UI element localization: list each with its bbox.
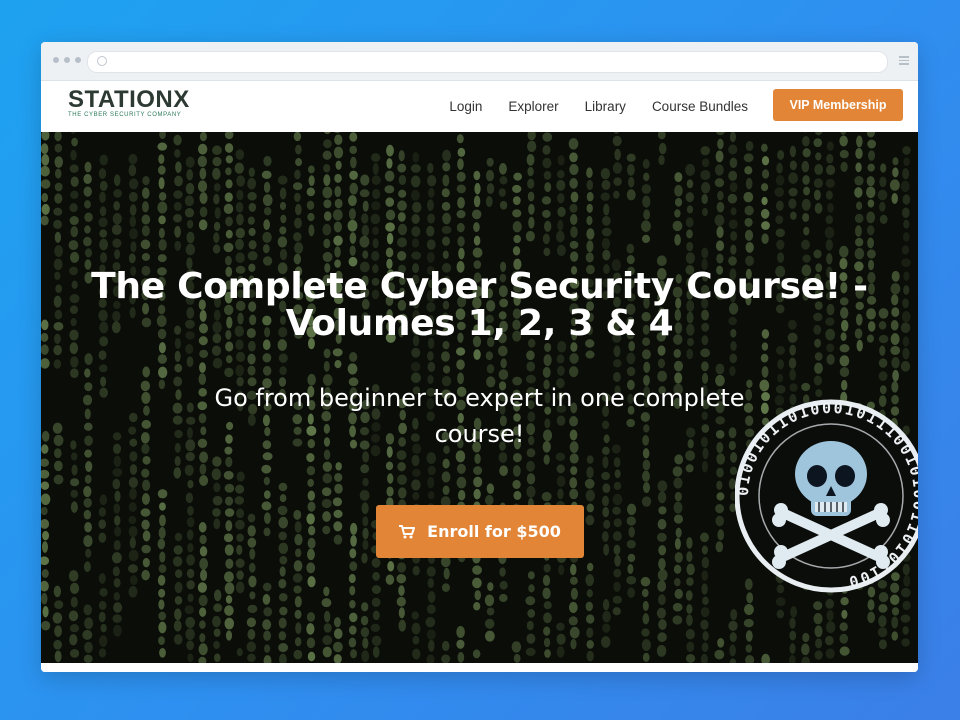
window-controls xyxy=(53,57,81,63)
browser-toolbar xyxy=(41,42,918,81)
logo[interactable]: STATIONX THE CYBER SECURITY COMPANY xyxy=(68,86,190,119)
window-dot-icon[interactable] xyxy=(64,57,70,63)
hero-subtitle-line: course! xyxy=(434,420,525,448)
site-navbar: STATIONX THE CYBER SECURITY COMPANY Logi… xyxy=(41,81,918,133)
hero-title: The Complete Cyber Security Course! - Vo… xyxy=(71,268,888,342)
nav-links: Login Explorer Library Course Bundles xyxy=(449,81,748,132)
nav-link-course-bundles[interactable]: Course Bundles xyxy=(652,99,748,114)
hero-section: 0100101101000101110010100110101100 xyxy=(41,132,918,663)
hero-subtitle-line: Go from beginner to expert in one comple… xyxy=(214,384,745,412)
hero-title-line: Volumes 1, 2, 3 & 4 xyxy=(285,303,674,344)
hero-subtitle: Go from beginner to expert in one comple… xyxy=(171,380,788,452)
nav-link-explorer[interactable]: Explorer xyxy=(508,99,558,114)
address-bar[interactable] xyxy=(87,51,888,73)
logo-wordmark: STATIONX xyxy=(68,86,190,113)
nav-link-login[interactable]: Login xyxy=(449,99,482,114)
window-dot-icon[interactable] xyxy=(75,57,81,63)
window-dot-icon[interactable] xyxy=(53,57,59,63)
menu-icon[interactable] xyxy=(899,56,909,67)
enroll-button-label: Enroll for $500 xyxy=(427,522,561,541)
page-below-hero xyxy=(41,663,918,672)
nav-link-library[interactable]: Library xyxy=(585,99,626,114)
vip-membership-button[interactable]: VIP Membership xyxy=(773,89,903,121)
shopping-cart-icon xyxy=(399,524,416,538)
enroll-button[interactable]: Enroll for $500 xyxy=(376,505,584,558)
reload-icon[interactable] xyxy=(97,56,107,66)
browser-window: STATIONX THE CYBER SECURITY COMPANY Logi… xyxy=(41,42,918,672)
hero-title-line: The Complete Cyber Security Course! - xyxy=(91,266,868,307)
